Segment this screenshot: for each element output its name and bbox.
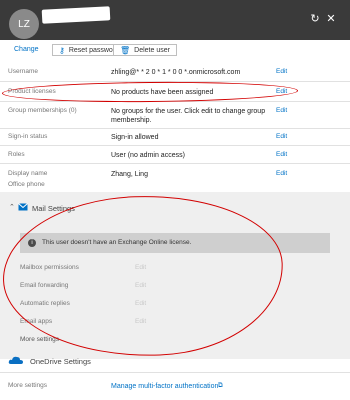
divider	[0, 372, 350, 373]
more-settings-label: More settings	[8, 382, 48, 389]
group-memberships-label: Group memberships (0)	[8, 107, 77, 114]
display-name-edit-link[interactable]: Edit	[276, 170, 287, 177]
divider	[0, 145, 350, 146]
roles-label: Roles	[8, 151, 25, 158]
external-link-icon: ⧉	[218, 382, 223, 389]
onedrive-settings-title[interactable]: OneDrive Settings	[30, 357, 91, 366]
reset-password-label: Reset password	[68, 46, 120, 54]
onedrive-cloud-icon	[8, 356, 23, 364]
user-toolbar: Change ⚷ Reset password 🗑 Delete user	[0, 44, 350, 58]
refresh-icon[interactable]: ↻	[308, 11, 322, 25]
roles-value: User (no admin access)	[111, 152, 185, 159]
chevron-up-icon[interactable]: ⌃	[9, 203, 15, 211]
username-value: zhling@* * 2 0 * 1 * 0 0 *.onmicrosoft.c…	[111, 69, 241, 76]
change-link[interactable]: Change	[14, 46, 39, 53]
delete-user-button[interactable]: 🗑 Delete user	[113, 44, 177, 56]
sign-in-status-value: Sign-in allowed	[111, 134, 159, 141]
divider	[0, 163, 350, 164]
divider	[0, 128, 350, 129]
trash-icon: 🗑	[120, 45, 131, 55]
avatar: LZ	[9, 9, 39, 39]
group-memberships-value: No groups for the user. Click edit to ch…	[111, 108, 266, 124]
manage-mfa-link[interactable]: Manage multi-factor authentication	[111, 382, 311, 391]
sign-in-status-label: Sign-in status	[8, 133, 48, 140]
delete-user-label: Delete user	[134, 46, 170, 54]
key-icon: ⚷	[59, 45, 65, 55]
mail-icon	[18, 203, 28, 211]
display-name-value: Zhang, Ling	[111, 171, 148, 178]
username-label: Username	[8, 68, 38, 75]
close-icon[interactable]: ✕	[324, 11, 338, 25]
group-memberships-edit-link[interactable]: Edit	[276, 107, 287, 114]
redaction-scribble	[41, 6, 111, 24]
annotation-ring-licenses	[1, 80, 299, 104]
office-phone-label: Office phone	[8, 181, 45, 188]
user-header: LZ zhling ↻ ✕	[0, 0, 350, 40]
username-edit-link[interactable]: Edit	[276, 68, 287, 75]
display-name-label: Display name	[8, 170, 48, 177]
roles-edit-link[interactable]: Edit	[276, 151, 287, 158]
sign-in-status-edit-link[interactable]: Edit	[276, 133, 287, 140]
